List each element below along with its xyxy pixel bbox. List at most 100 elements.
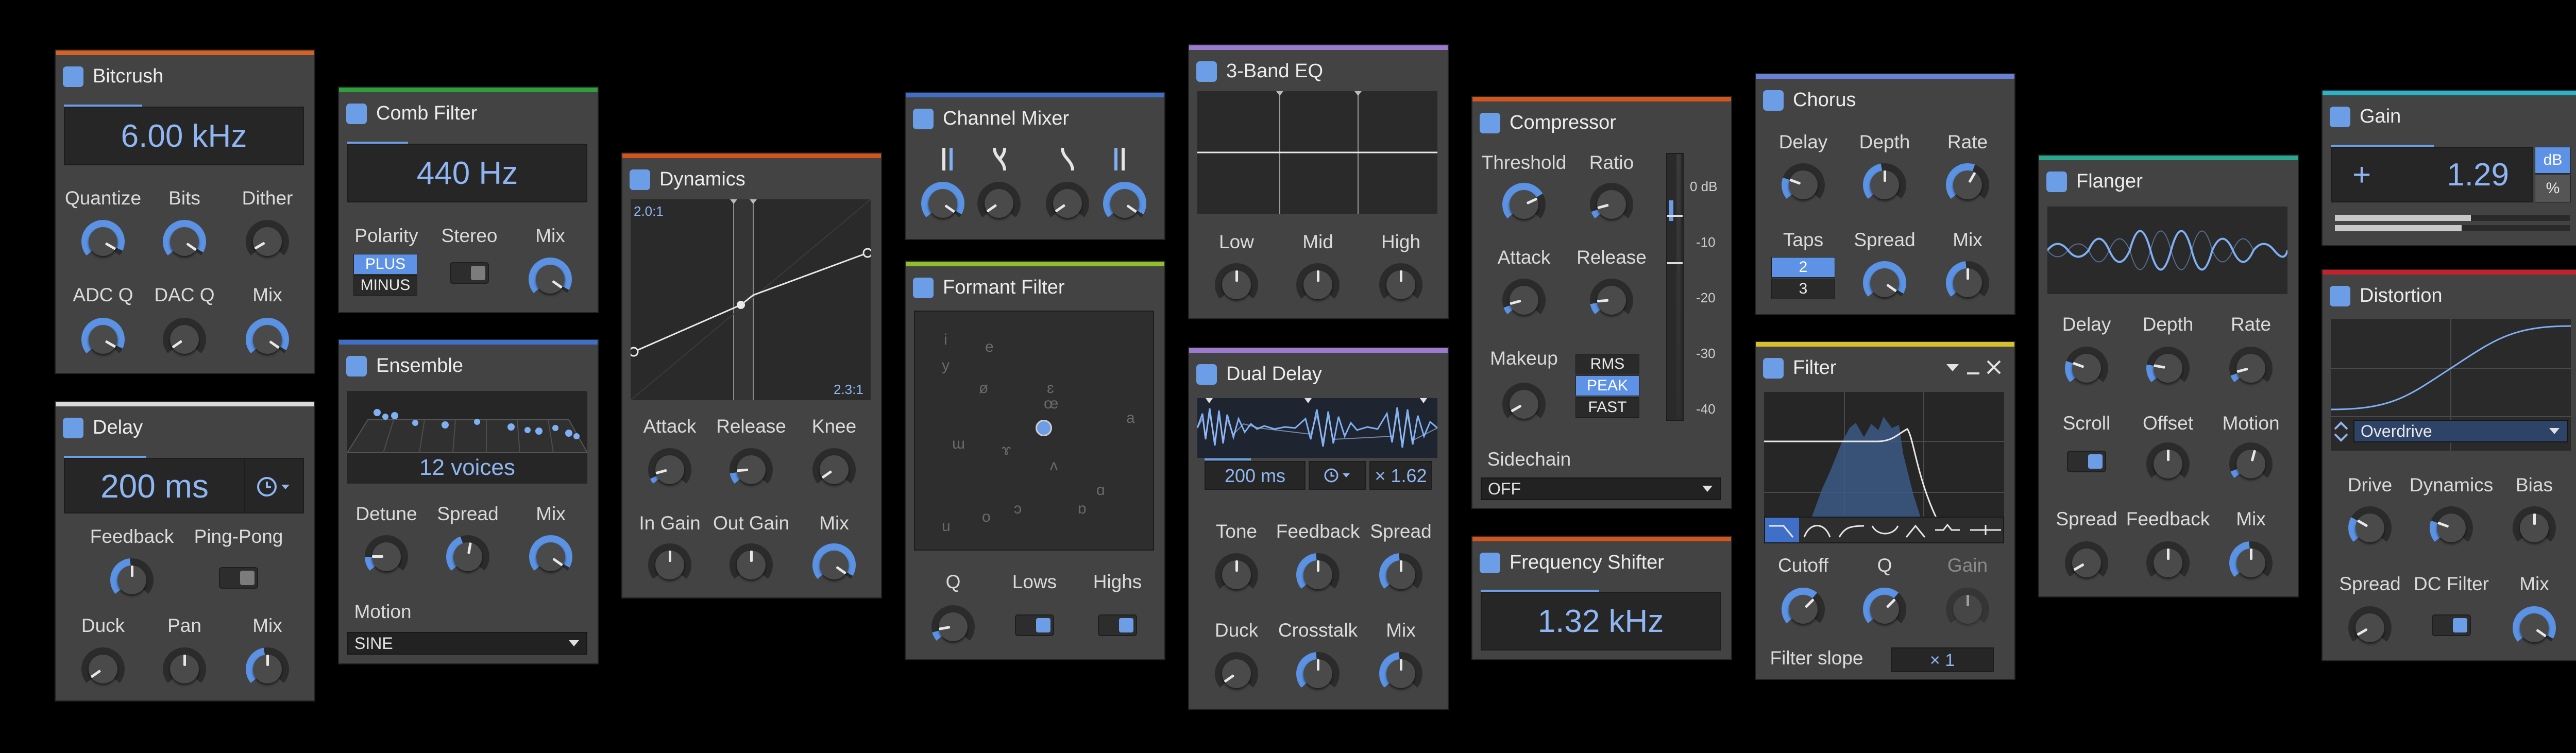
mix-knob[interactable]	[812, 543, 856, 587]
distortion-enable-checkbox[interactable]	[2330, 286, 2350, 306]
spread-knob[interactable]	[2348, 606, 2392, 649]
release-knob[interactable]	[1590, 279, 1633, 322]
mix-knob[interactable]	[246, 647, 289, 691]
vowel-pad[interactable]: i e y ø ɛ œ a ɯ ɤ ʌ ɑ ɒ u o ɔ	[914, 311, 1154, 551]
dc-filter-toggle[interactable]	[2432, 614, 2471, 636]
rate-knob[interactable]	[2229, 347, 2273, 390]
spread-knob[interactable]	[1863, 261, 1906, 304]
mode-peak[interactable]: PEAK	[1575, 375, 1639, 396]
feedback-knob[interactable]	[1296, 553, 1340, 596]
ratio-knob[interactable]	[1590, 183, 1633, 226]
comb-enable-checkbox[interactable]	[346, 104, 367, 124]
spread-knob[interactable]	[2065, 541, 2108, 585]
lfo-waveform[interactable]	[2047, 207, 2287, 294]
taps-option-2[interactable]: 2	[1771, 257, 1835, 278]
duck-knob[interactable]	[1215, 652, 1258, 695]
highs-toggle[interactable]	[1098, 614, 1137, 636]
q-knob[interactable]	[931, 605, 975, 648]
offset-knob[interactable]	[2146, 442, 2190, 486]
polarity-minus[interactable]: MINUS	[353, 275, 417, 296]
dual-delay-enable-checkbox[interactable]	[1196, 364, 1217, 385]
depth-knob[interactable]	[2146, 347, 2190, 390]
multiplier-display[interactable]: × 1.62	[1369, 461, 1432, 490]
unit-db-button[interactable]: dB	[2535, 147, 2571, 174]
q-knob[interactable]	[1863, 588, 1906, 631]
drive-knob[interactable]	[2348, 506, 2392, 550]
knee-knob[interactable]	[812, 448, 856, 491]
spread-knob[interactable]	[446, 535, 489, 578]
release-knob[interactable]	[730, 448, 773, 491]
type-stepper-icon[interactable]	[2332, 419, 2350, 444]
left-to-right-knob[interactable]	[977, 182, 1021, 225]
tone-knob[interactable]	[1215, 553, 1258, 596]
mode-rms[interactable]: RMS	[1575, 354, 1639, 374]
mix-knob[interactable]	[2513, 606, 2556, 649]
spread-knob[interactable]	[1379, 553, 1422, 596]
depth-knob[interactable]	[1863, 163, 1906, 207]
time-display[interactable]: 200 ms	[1205, 461, 1306, 490]
window-controls[interactable]	[1942, 358, 2014, 379]
motion-knob[interactable]	[2229, 442, 2273, 486]
duck-knob[interactable]	[81, 647, 125, 691]
quantize-knob[interactable]	[81, 220, 125, 263]
sync-button[interactable]	[1309, 461, 1366, 490]
compressor-enable-checkbox[interactable]	[1480, 113, 1500, 133]
frequency-display[interactable]: 1.32 kHz	[1481, 592, 1721, 651]
bias-knob[interactable]	[2513, 506, 2556, 550]
low-knob[interactable]	[1215, 263, 1258, 306]
out-gain-knob[interactable]	[730, 543, 773, 587]
distortion-type-dropdown[interactable]: Overdrive	[2353, 420, 2568, 442]
cutoff-knob[interactable]	[1782, 588, 1825, 631]
unit-percent-button[interactable]: %	[2535, 175, 2571, 202]
mix-knob[interactable]	[1946, 261, 1989, 304]
eq-enable-checkbox[interactable]	[1196, 61, 1217, 82]
mix-knob[interactable]	[1379, 652, 1422, 695]
bitcrush-enable-checkbox[interactable]	[63, 66, 83, 87]
time-display[interactable]: 200 ms	[64, 458, 245, 514]
bits-knob[interactable]	[163, 220, 206, 263]
dynamics-knob[interactable]	[2430, 506, 2473, 550]
mix-knob[interactable]	[2229, 541, 2273, 585]
filter-slope-display[interactable]: × 1	[1891, 647, 1994, 672]
delay-waveform[interactable]	[1197, 398, 1437, 458]
sidechain-dropdown[interactable]: OFF	[1481, 477, 1721, 500]
chorus-enable-checkbox[interactable]	[1763, 90, 1784, 111]
polarity-plus[interactable]: PLUS	[353, 254, 417, 275]
mix-knob[interactable]	[529, 258, 572, 301]
attack-knob[interactable]	[1502, 279, 1546, 322]
threshold-knob[interactable]	[1502, 183, 1546, 226]
attack-knob[interactable]	[648, 448, 691, 491]
delay-enable-checkbox[interactable]	[63, 418, 83, 438]
frequency-display[interactable]: 6.00 kHz	[64, 107, 304, 165]
taps-option-3[interactable]: 3	[1771, 279, 1835, 299]
mid-knob[interactable]	[1296, 263, 1340, 306]
adc-q-knob[interactable]	[81, 318, 125, 361]
makeup-knob[interactable]	[1502, 383, 1546, 426]
freq-shifter-enable-checkbox[interactable]	[1480, 553, 1500, 573]
in-gain-knob[interactable]	[648, 543, 691, 587]
pan-knob[interactable]	[163, 647, 206, 691]
frequency-display[interactable]: 440 Hz	[347, 144, 587, 202]
detune-knob[interactable]	[365, 535, 408, 578]
flanger-enable-checkbox[interactable]	[2046, 172, 2067, 192]
mode-fast[interactable]: FAST	[1575, 397, 1639, 418]
right-to-left-knob[interactable]	[1046, 182, 1089, 225]
gain-enable-checkbox[interactable]	[2330, 107, 2350, 127]
mix-knob[interactable]	[529, 535, 572, 578]
formant-enable-checkbox[interactable]	[913, 278, 934, 298]
stereo-toggle[interactable]	[450, 262, 489, 284]
voices-display[interactable]: 12 voices	[347, 453, 587, 484]
crosstalk-knob[interactable]	[1296, 652, 1340, 695]
gain-knob[interactable]	[1946, 588, 1989, 631]
high-knob[interactable]	[1379, 263, 1422, 306]
gain-display[interactable]: + 1.29	[2331, 147, 2533, 202]
feedback-knob[interactable]	[2146, 541, 2190, 585]
lows-toggle[interactable]	[1015, 614, 1054, 636]
dither-knob[interactable]	[246, 220, 289, 263]
eq-graph[interactable]	[1197, 91, 1437, 214]
rate-knob[interactable]	[1946, 163, 1989, 207]
channel-mixer-enable-checkbox[interactable]	[913, 109, 934, 129]
delay-knob[interactable]	[2065, 347, 2108, 390]
left-to-left-knob[interactable]	[921, 182, 964, 225]
ensemble-enable-checkbox[interactable]	[346, 356, 367, 376]
